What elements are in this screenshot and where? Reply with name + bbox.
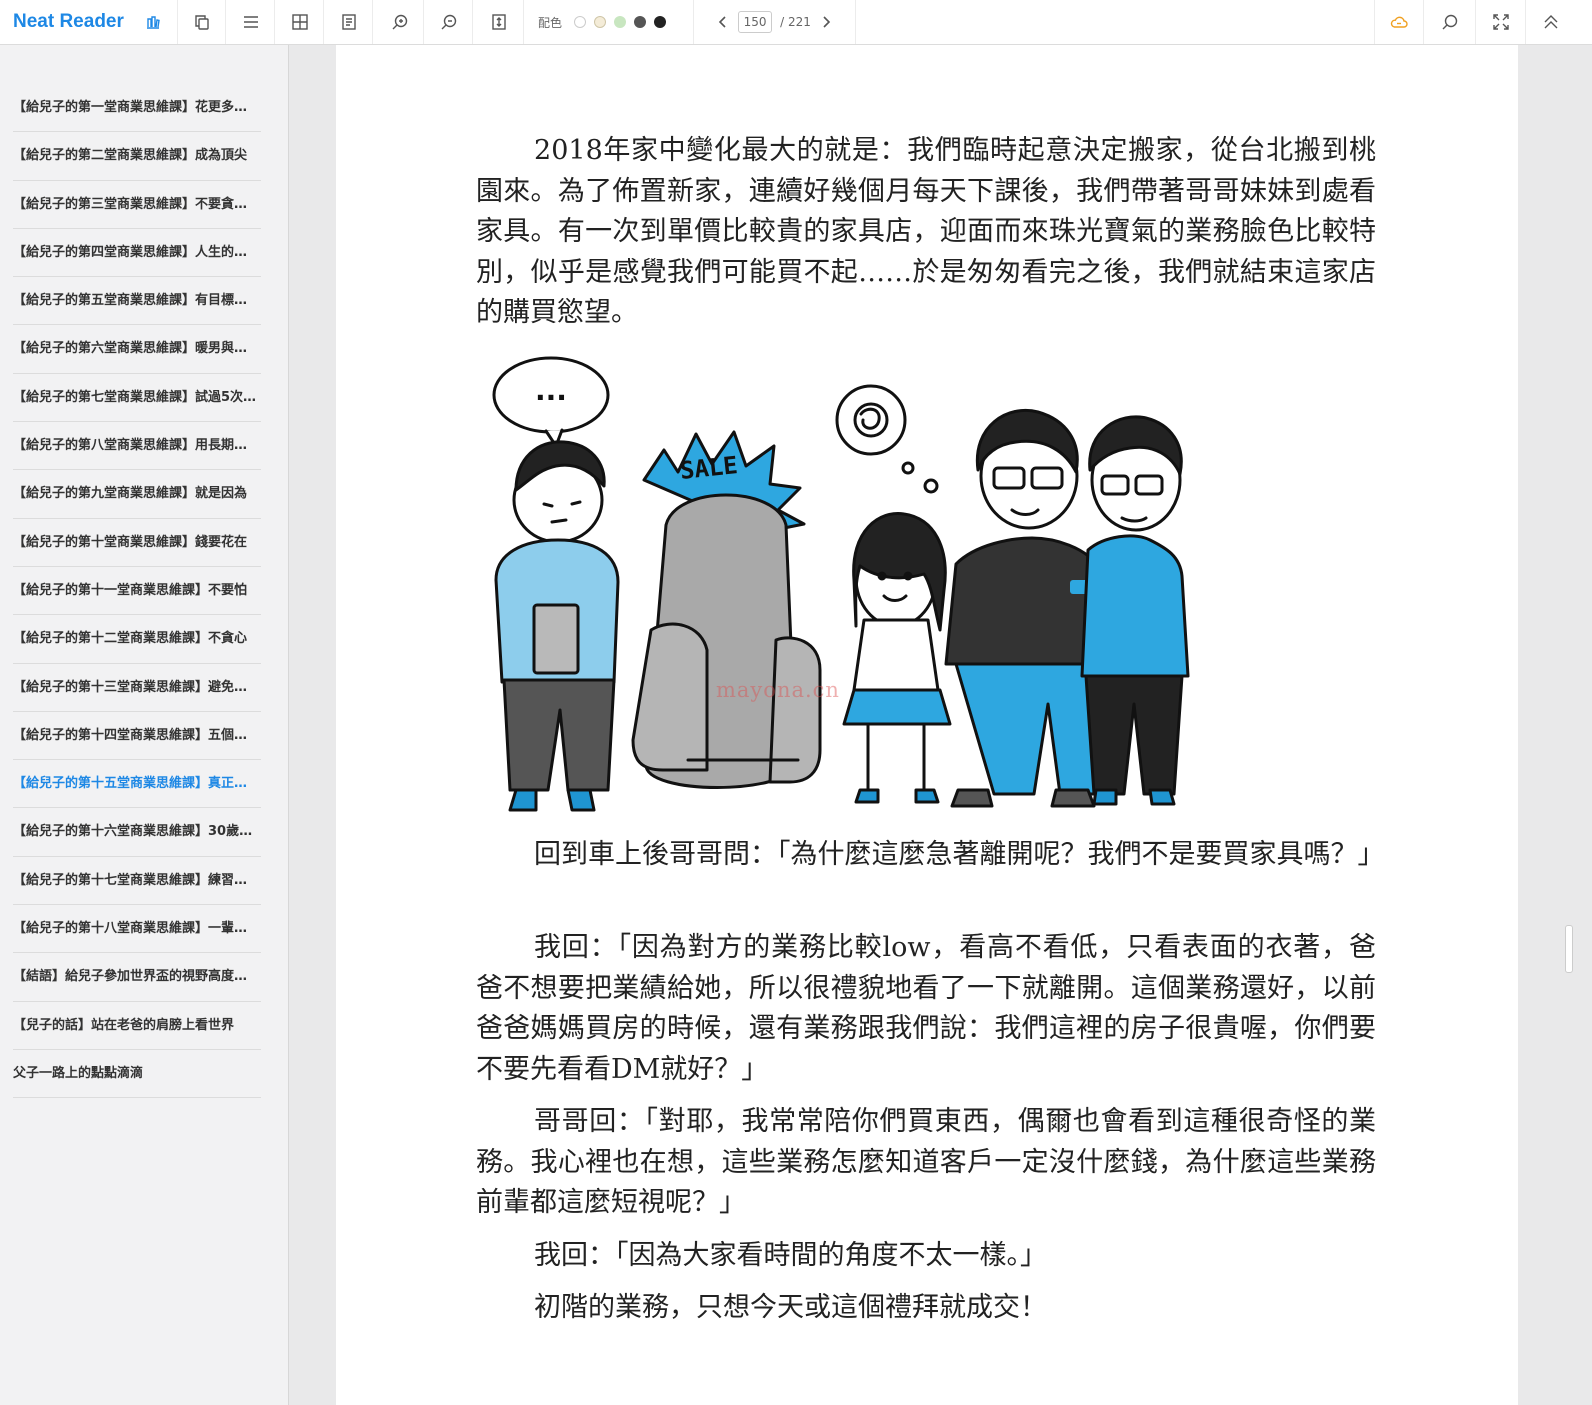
- watermark: mayona.cn: [716, 678, 840, 702]
- layout-button[interactable]: [276, 0, 324, 44]
- copy-button[interactable]: [178, 0, 226, 44]
- illustration: ... SALE: [492, 356, 1190, 812]
- menu-icon: [243, 16, 258, 28]
- toc-item[interactable]: 【給兒子的第十六堂商業思維課】30歲以前: [13, 808, 261, 857]
- fullscreen-button[interactable]: [1476, 0, 1526, 44]
- toc-item[interactable]: 【給兒子的第十七堂商業思維課】練習說話: [13, 857, 261, 906]
- fit-height-icon: [491, 14, 506, 30]
- page-total: / 221: [780, 15, 811, 29]
- toc-list: 【給兒子的第一堂商業思維課】花更多時間 【給兒子的第二堂商業思維課】成為頂尖 【給兒…: [13, 84, 261, 1099]
- salesman-figure: [494, 440, 620, 812]
- paragraph: 回到車上後哥哥問：「為什麼這麼急著離開呢？我們不是要買家具嗎？」: [534, 839, 1385, 870]
- theme-swatch-dark[interactable]: [654, 16, 667, 28]
- toc-item[interactable]: 【給兒子的第七堂商業思維課】試過5次以上: [13, 374, 261, 423]
- cloud-sync-button[interactable]: [1374, 0, 1424, 44]
- toc-item[interactable]: 【給兒子的第十四堂商業思維課】五個原則: [13, 712, 261, 761]
- paragraph: 哥哥回：「對耶，我常常陪你們買東西，偶爾也會看到這種很奇怪的業務。我心裡也在想，…: [476, 1106, 1376, 1218]
- armchair: SALE: [631, 430, 822, 789]
- girl-figure: [842, 512, 952, 804]
- toc-item[interactable]: 【給兒子的第六堂商業思維課】暖男與渣男: [13, 325, 261, 374]
- theme-selector: 配色: [524, 0, 694, 44]
- toc-item[interactable]: 【給兒子的第四堂商業思維課】人生的選擇: [13, 229, 261, 278]
- toc-item[interactable]: 【兒子的話】站在老爸的肩膀上看世界: [13, 1002, 261, 1050]
- toc-item[interactable]: 【結語】給兒子參加世界盃的視野高度與格局: [13, 953, 261, 1002]
- double-chevron-up-icon: [1544, 15, 1558, 29]
- toc-item[interactable]: 【給兒子的第三堂商業思維課】不要貪小便宜: [13, 181, 261, 229]
- notes-button[interactable]: [325, 0, 373, 44]
- zoom-out-button[interactable]: [425, 0, 473, 44]
- toc-item[interactable]: 【給兒子的第十八堂商業思維課】一輩子的: [13, 905, 261, 954]
- chevron-left-icon[interactable]: [716, 15, 730, 29]
- copy-icon: [194, 15, 209, 30]
- toc-item[interactable]: 【給兒子的第十一堂商業思維課】不要怕: [13, 567, 261, 616]
- toc-item[interactable]: 【給兒子的第十五堂商業思維課】真正的價值: [13, 760, 261, 809]
- toc-item[interactable]: 【給兒子的第九堂商業思維課】就是因為: [13, 470, 261, 519]
- thought-bubble: [835, 384, 939, 494]
- toc-item[interactable]: 【給兒子的第十二堂商業思維課】不貪心: [13, 615, 261, 664]
- grid-icon: [291, 14, 308, 30]
- boy-figure: [1080, 415, 1190, 806]
- scrollbar-handle[interactable]: [1565, 925, 1573, 973]
- zoom-in-icon: [392, 14, 407, 30]
- fullscreen-icon: [1492, 14, 1509, 30]
- search-button[interactable]: [1424, 0, 1476, 44]
- paragraph: 2018年家中變化最大的就是：我們臨時起意決定搬家，從台北搬到桃園來。為了佈置新…: [476, 135, 1376, 328]
- bookshelf-icon: [146, 16, 160, 29]
- speech-bubble: ...: [492, 356, 610, 448]
- page-navigator: / 221: [694, 0, 856, 44]
- paragraph: 我回：「因為大家看時間的角度不太一樣。」: [534, 1240, 1048, 1271]
- bookshelf-button[interactable]: [128, 0, 178, 44]
- toolbar: Neat Reader 配色 / 221: [0, 0, 1592, 45]
- cloud-icon: [1390, 16, 1408, 28]
- search-icon: [1442, 14, 1457, 30]
- zoom-out-icon: [441, 14, 456, 30]
- paragraph: 初階的業務，只想今天或這個禮拜就成交！: [534, 1292, 1048, 1323]
- theme-swatch-white[interactable]: [574, 16, 587, 28]
- toc-item[interactable]: 【給兒子的第十三堂商業思維課】避免短視: [13, 664, 261, 712]
- chevron-right-icon[interactable]: [819, 15, 833, 29]
- toc-sidebar: 【給兒子的第一堂商業思維課】花更多時間 【給兒子的第二堂商業思維課】成為頂尖 【給兒…: [0, 45, 289, 1405]
- toc-item[interactable]: 【給兒子的第十堂商業思維課】錢要花在: [13, 519, 261, 567]
- collapse-toolbar-button[interactable]: [1526, 0, 1576, 44]
- toc-item[interactable]: 父子一路上的點點滴滴: [13, 1050, 261, 1099]
- fit-height-button[interactable]: [474, 0, 524, 44]
- paragraph: 我回：「因為對方的業務比較low，看高不看低，只看表面的衣著，爸爸不想要把業績給…: [476, 932, 1376, 1085]
- app-logo: Neat Reader: [13, 11, 124, 32]
- theme-label: 配色: [538, 15, 563, 30]
- toc-item[interactable]: 【給兒子的第二堂商業思維課】成為頂尖: [13, 132, 261, 181]
- zoom-in-button[interactable]: [376, 0, 424, 44]
- book-page: 2018年家中變化最大的就是：我們臨時起意決定搬家，從台北搬到桃園來。為了佈置新…: [336, 45, 1518, 1405]
- theme-swatch-green[interactable]: [614, 16, 627, 28]
- note-icon: [341, 14, 356, 30]
- theme-swatch-sepia[interactable]: [594, 16, 607, 28]
- toc-item[interactable]: 【給兒子的第一堂商業思維課】花更多時間: [13, 84, 261, 133]
- theme-swatch-gray[interactable]: [634, 16, 647, 28]
- toc-item[interactable]: 【給兒子的第五堂商業思維課】有目標的人生: [13, 277, 261, 326]
- toc-item[interactable]: 【給兒子的第八堂商業思維課】用長期的眼光: [13, 422, 261, 471]
- svg-text:...: ...: [535, 374, 567, 407]
- page-number-input[interactable]: [738, 11, 773, 33]
- toc-button[interactable]: [227, 0, 275, 44]
